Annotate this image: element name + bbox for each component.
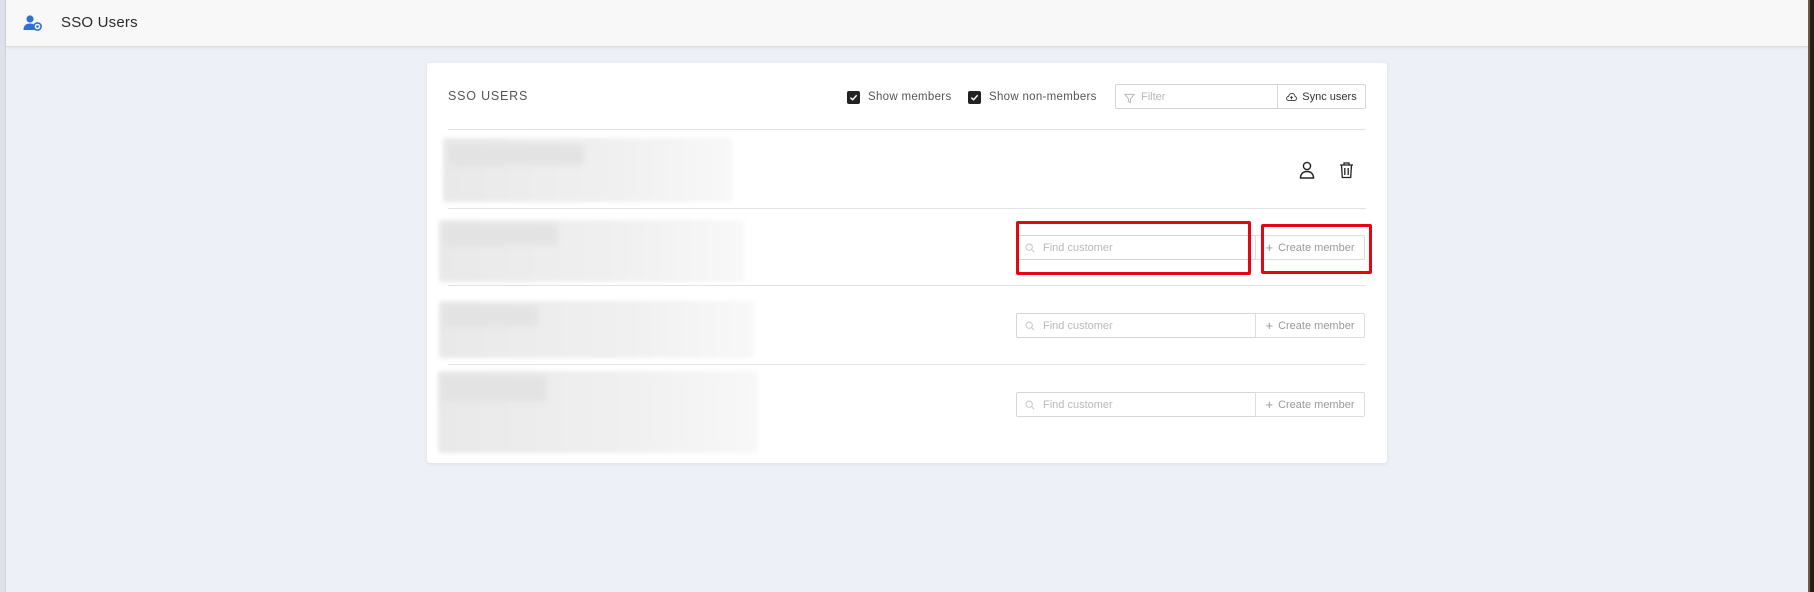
create-member-button[interactable]: + Create member — [1255, 313, 1365, 338]
create-member-label: Create member — [1278, 319, 1355, 332]
redacted-user-name — [443, 225, 558, 245]
divider — [448, 364, 1366, 365]
filter-icon — [1123, 91, 1136, 104]
highlight-box-find-customer — [1016, 221, 1251, 275]
trash-icon[interactable] — [1335, 159, 1357, 181]
window-edge-dark — [1810, 0, 1814, 592]
show-non-members-checkbox[interactable]: Show non-members — [968, 89, 1097, 105]
checkbox-checked-icon — [847, 90, 860, 104]
find-customer-input[interactable] — [1043, 398, 1243, 411]
find-customer-field[interactable] — [1016, 313, 1256, 338]
checkbox-checked-icon — [968, 90, 981, 104]
highlight-box-create-member — [1261, 224, 1372, 274]
find-customer-input[interactable] — [1043, 319, 1243, 332]
left-rail — [0, 0, 6, 592]
create-member-label: Create member — [1278, 398, 1355, 411]
filter-field[interactable] — [1115, 84, 1278, 109]
plus-icon: + — [1265, 397, 1274, 412]
divider — [448, 285, 1366, 286]
user-settings-icon — [23, 14, 43, 32]
divider — [448, 208, 1366, 209]
show-members-checkbox[interactable]: Show members — [847, 89, 952, 105]
cloud-upload-icon — [1286, 92, 1298, 101]
page-title: SSO Users — [61, 14, 138, 31]
card-title: SSO USERS — [448, 89, 529, 103]
redacted-user-name — [441, 376, 546, 402]
user-icon[interactable] — [1296, 159, 1318, 181]
sync-users-label: Sync users — [1302, 90, 1357, 103]
show-non-members-label: Show non-members — [989, 91, 1097, 103]
redacted-user-name — [449, 145, 584, 165]
redacted-user-name — [443, 306, 538, 326]
filter-input[interactable] — [1141, 90, 1271, 103]
search-icon — [1025, 321, 1035, 330]
show-members-label: Show members — [868, 91, 952, 103]
find-customer-field[interactable] — [1016, 392, 1256, 417]
top-bar: SSO Users — [6, 0, 1808, 47]
create-member-button[interactable]: + Create member — [1255, 392, 1365, 417]
search-icon — [1025, 400, 1035, 409]
sso-users-card: SSO USERS Show members Show non-members … — [427, 63, 1387, 463]
plus-icon: + — [1265, 318, 1274, 333]
divider — [448, 129, 1366, 130]
sync-users-button[interactable]: Sync users — [1277, 84, 1366, 109]
